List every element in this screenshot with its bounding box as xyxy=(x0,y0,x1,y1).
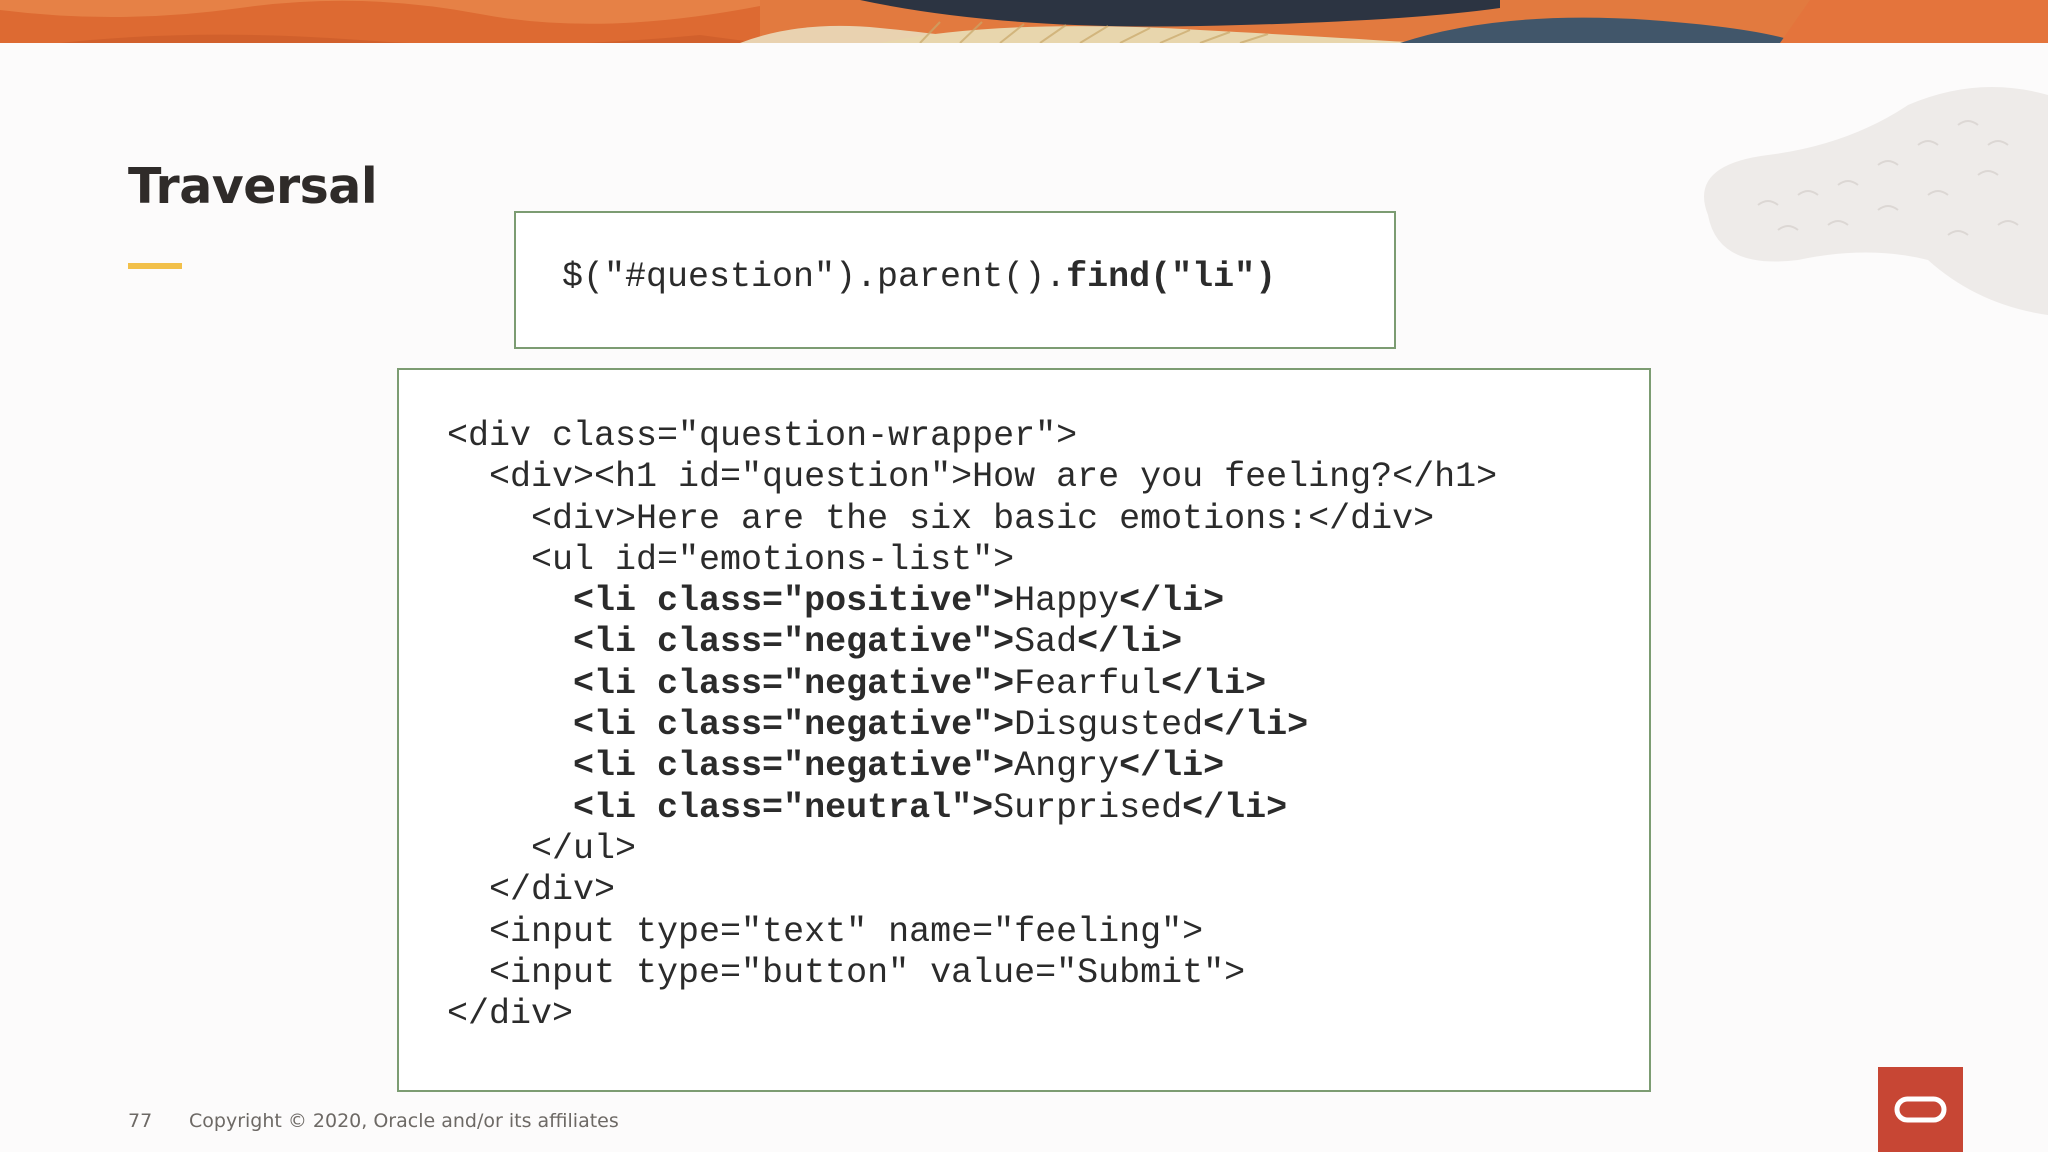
slide: Traversal $("#question").parent().find("… xyxy=(0,0,2048,1152)
code-line: </div> xyxy=(447,870,1497,911)
code-line: <li class="positive">Happy</li> xyxy=(447,581,1497,622)
code-token: </ul> xyxy=(531,828,637,869)
code-token: Happy xyxy=(1014,581,1120,622)
code-token-bold: <li class="negative"> xyxy=(573,705,1015,746)
code-line: <li class="neutral">Surprised</li> xyxy=(447,788,1497,829)
query-code-regular: $("#question").parent(). xyxy=(562,257,1067,297)
copyright-notice: Copyright © 2020, Oracle and/or its affi… xyxy=(189,1110,619,1132)
code-token-bold: </li> xyxy=(1119,581,1225,622)
code-token: Angry xyxy=(1014,746,1120,787)
code-token: </div> xyxy=(489,870,616,911)
code-line: <div class="question-wrapper"> xyxy=(447,416,1497,457)
query-code-box: $("#question").parent().find("li") xyxy=(514,211,1396,349)
code-token: Fearful xyxy=(1014,663,1162,704)
code-token-bold: <li class="neutral"> xyxy=(573,787,994,828)
code-token: Sad xyxy=(1014,622,1078,663)
code-line: </div> xyxy=(447,994,1497,1035)
decorative-leaf-texture xyxy=(1648,85,2048,315)
decorative-banner xyxy=(0,0,2048,43)
html-code-lines: <div class="question-wrapper"> <div><h1 … xyxy=(447,416,1497,1035)
code-token-bold: <li class="negative"> xyxy=(573,663,1015,704)
code-line: <div><h1 id="question">How are you feeli… xyxy=(447,457,1497,498)
code-line: <li class="negative">Angry</li> xyxy=(447,746,1497,787)
code-line: </ul> xyxy=(447,829,1497,870)
page-number: 77 xyxy=(128,1110,153,1132)
query-code-bold: find("li") xyxy=(1066,257,1277,297)
code-line: <input type="text" name="feeling"> xyxy=(447,912,1497,953)
query-code-line: $("#question").parent().find("li") xyxy=(562,257,1276,297)
code-token: <div><h1 id="question">How are you feeli… xyxy=(489,457,1498,498)
slide-title: Traversal xyxy=(128,158,378,215)
code-token-bold: </li> xyxy=(1203,705,1309,746)
code-token: </div> xyxy=(447,994,574,1035)
oracle-logo-icon xyxy=(1878,1067,1963,1152)
code-line: <ul id="emotions-list"> xyxy=(447,540,1497,581)
code-line: <input type="button" value="Submit"> xyxy=(447,953,1497,994)
code-token-bold: <li class="negative"> xyxy=(573,746,1015,787)
code-line: <li class="negative">Fearful</li> xyxy=(447,664,1497,705)
code-line: <div>Here are the six basic emotions:</d… xyxy=(447,499,1497,540)
code-token-bold: </li> xyxy=(1161,663,1267,704)
code-token-bold: </li> xyxy=(1182,787,1288,828)
code-token: <ul id="emotions-list"> xyxy=(531,539,1015,580)
code-token: <input type="button" value="Submit"> xyxy=(489,952,1246,993)
html-code-box: <div class="question-wrapper"> <div><h1 … xyxy=(397,368,1651,1092)
code-line: <li class="negative">Sad</li> xyxy=(447,622,1497,663)
code-token: <div class="question-wrapper"> xyxy=(447,416,1078,456)
code-token: Surprised xyxy=(993,787,1183,828)
code-token: Disgusted xyxy=(1014,705,1204,746)
code-token-bold: </li> xyxy=(1119,746,1225,787)
code-token-bold: </li> xyxy=(1077,622,1183,663)
code-token: <div>Here are the six basic emotions:</d… xyxy=(531,498,1435,539)
code-token-bold: <li class="positive"> xyxy=(573,581,1015,622)
code-line: <li class="negative">Disgusted</li> xyxy=(447,705,1497,746)
title-accent-bar xyxy=(128,263,182,269)
code-token-bold: <li class="negative"> xyxy=(573,622,1015,663)
code-token: <input type="text" name="feeling"> xyxy=(489,911,1204,952)
